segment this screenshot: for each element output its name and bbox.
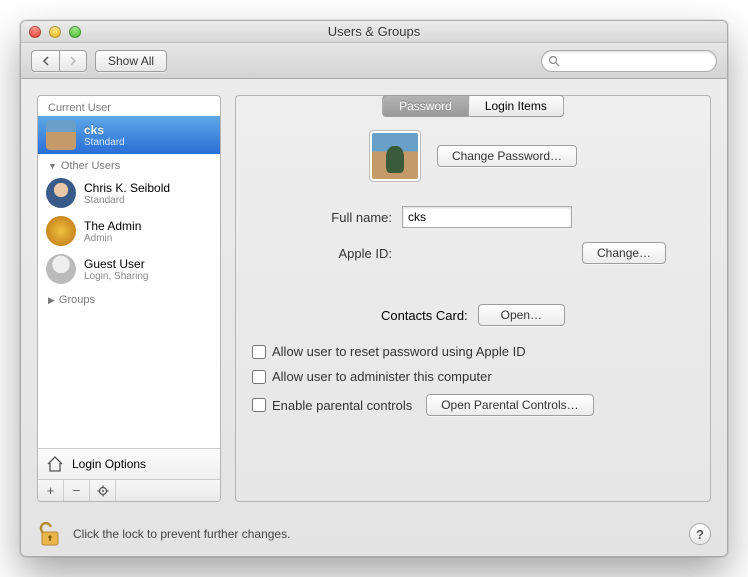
open-contacts-button[interactable]: Open… [478,304,565,326]
allow-reset-checkbox[interactable] [252,345,266,359]
content-area: Current User cks Standard ▼ Other Users … [21,79,727,512]
open-parental-controls-button[interactable]: Open Parental Controls… [426,394,593,416]
groups-header[interactable]: ▶ Groups [38,288,220,308]
disclosure-right-icon: ▶ [48,295,55,306]
sidebar: Current User cks Standard ▼ Other Users … [37,95,221,502]
footer: Click the lock to prevent further change… [21,512,727,556]
user-name: cks [84,123,125,137]
zoom-window-button[interactable] [69,26,81,38]
remove-user-button[interactable]: − [64,480,90,501]
current-user-header: Current User [38,96,220,116]
full-name-input[interactable] [402,206,572,228]
tabs: Password Login Items [382,95,564,117]
user-role: Login, Sharing [84,271,149,282]
avatar [46,178,76,208]
login-options-label: Login Options [72,457,146,471]
parental-controls-row: Enable parental controls Open Parental C… [252,394,694,416]
toolbar: Show All [21,43,727,79]
help-button[interactable]: ? [689,523,711,545]
allow-reset-row[interactable]: Allow user to reset password using Apple… [252,344,694,359]
show-all-button[interactable]: Show All [95,50,167,72]
user-name: The Admin [84,219,141,233]
sidebar-bottom-bar: + − [38,479,220,501]
allow-admin-label: Allow user to administer this computer [272,369,492,384]
search-field[interactable] [541,50,717,72]
other-users-header[interactable]: ▼ Other Users [38,154,220,174]
add-user-button[interactable]: + [38,480,64,501]
user-role: Standard [84,195,170,206]
allow-reset-label: Allow user to reset password using Apple… [272,344,526,359]
lock-button[interactable] [37,520,63,548]
close-window-button[interactable] [29,26,41,38]
login-options-row[interactable]: Login Options [38,448,220,479]
nav-segment [31,50,87,72]
preferences-window: Users & Groups Show All Current User [20,20,728,557]
lock-hint-text: Click the lock to prevent further change… [73,527,290,541]
minimize-window-button[interactable] [49,26,61,38]
user-list: Current User cks Standard ▼ Other Users … [38,96,220,448]
back-arrow-icon [41,56,51,66]
allow-admin-row[interactable]: Allow user to administer this computer [252,369,694,384]
forward-arrow-icon [68,56,78,66]
enable-parental-checkbox[interactable] [252,398,266,412]
avatar [46,120,76,150]
allow-admin-checkbox[interactable] [252,370,266,384]
user-form: Full name: Apple ID: Change… [252,206,694,264]
user-role: Admin [84,233,141,244]
forward-button[interactable] [59,50,87,72]
user-name: Chris K. Seibold [84,181,170,195]
checkbox-group: Allow user to reset password using Apple… [252,344,694,416]
search-icon [548,55,560,67]
lock-open-icon [37,520,63,548]
apple-id-label: Apple ID: [252,246,402,261]
disclosure-down-icon: ▼ [48,161,57,171]
profile-picture[interactable] [369,130,421,182]
user-row[interactable]: The Admin Admin [38,212,220,250]
profile-row: Change Password… [252,130,694,182]
user-row[interactable]: Guest User Login, Sharing [38,250,220,288]
avatar [46,254,76,284]
user-row-current[interactable]: cks Standard [38,116,220,154]
avatar [46,216,76,246]
home-icon [46,455,64,473]
window-title: Users & Groups [21,24,727,39]
change-apple-id-button[interactable]: Change… [582,242,666,264]
user-name: Guest User [84,257,149,271]
user-row[interactable]: Chris K. Seibold Standard [38,174,220,212]
full-name-label: Full name: [252,210,402,225]
tab-password[interactable]: Password [382,95,469,117]
change-password-button[interactable]: Change Password… [437,145,577,167]
search-input[interactable] [560,54,710,68]
gear-icon [97,485,109,497]
user-role: Standard [84,137,125,148]
titlebar: Users & Groups [21,21,727,43]
traffic-lights [29,26,81,38]
enable-parental-label: Enable parental controls [272,398,412,413]
back-button[interactable] [31,50,59,72]
tab-login-items[interactable]: Login Items [469,95,564,117]
main-panel: Password Login Items Change Password… Fu… [235,95,711,502]
action-menu-button[interactable] [90,480,116,501]
contacts-card-label: Contacts Card: [381,308,468,323]
